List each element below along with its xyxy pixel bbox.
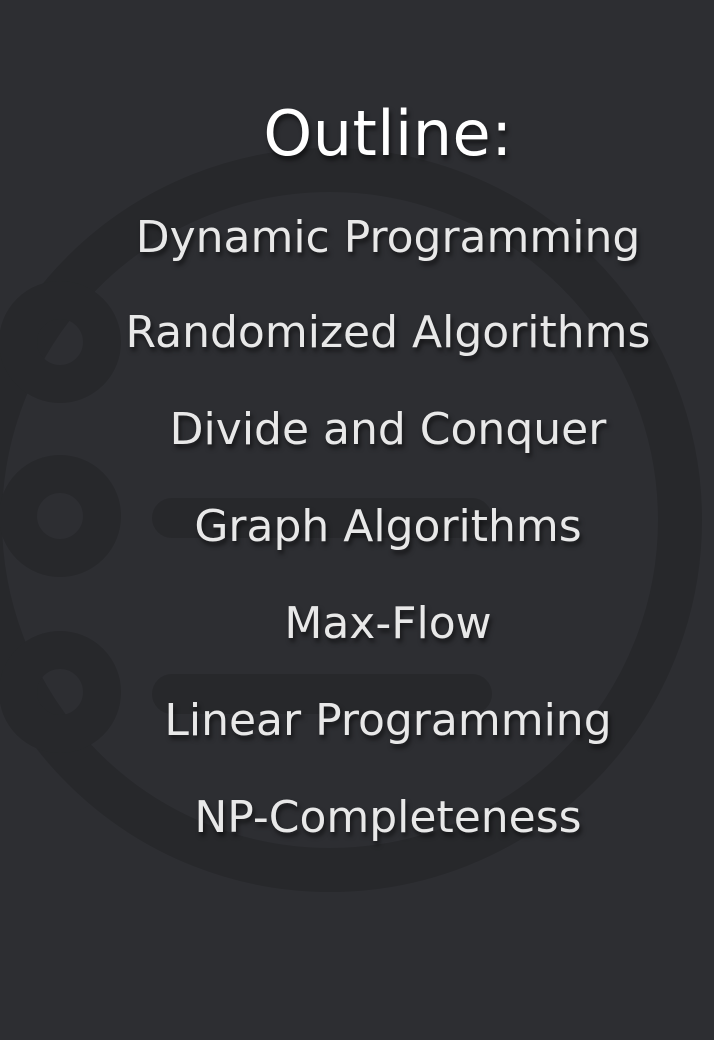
outline-item-np-completeness: NP-Completeness (194, 792, 582, 843)
outline-item-dynamic-programming: Dynamic Programming (135, 212, 641, 263)
slide-title: Outline: (263, 97, 513, 170)
outline-item-linear-programming: Linear Programming (164, 695, 612, 746)
outline-slide: Outline: Dynamic Programming Randomized … (0, 0, 714, 1040)
outline-item-graph-algorithms: Graph Algorithms (194, 501, 582, 552)
outline-item-divide-and-conquer: Divide and Conquer (169, 404, 607, 455)
outline-item-max-flow: Max-Flow (284, 598, 492, 649)
outline-item-randomized-algorithms: Randomized Algorithms (125, 307, 651, 358)
